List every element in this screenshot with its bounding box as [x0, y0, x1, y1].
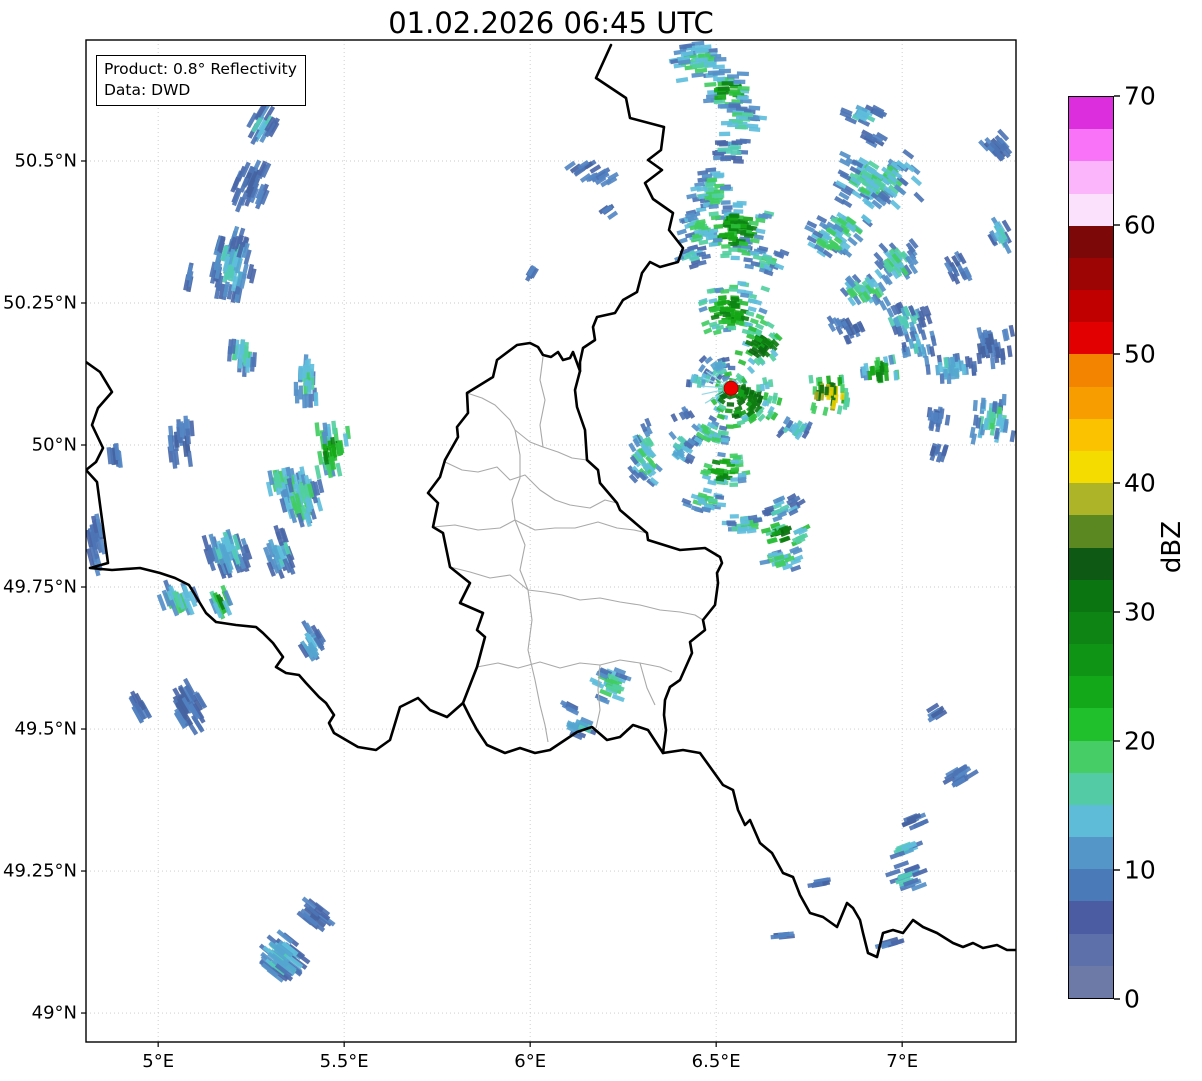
product-label: Product: 0.8° Reflectivity	[104, 60, 297, 78]
colorbar-tick-marks	[1114, 95, 1120, 1000]
data-source-label: Data: DWD	[104, 81, 191, 99]
radar-figure: 01.02.2026 06:45 UTC Product: 0.8° Refle…	[0, 0, 1202, 1081]
product-info-box: Product: 0.8° Reflectivity Data: DWD	[96, 55, 306, 106]
